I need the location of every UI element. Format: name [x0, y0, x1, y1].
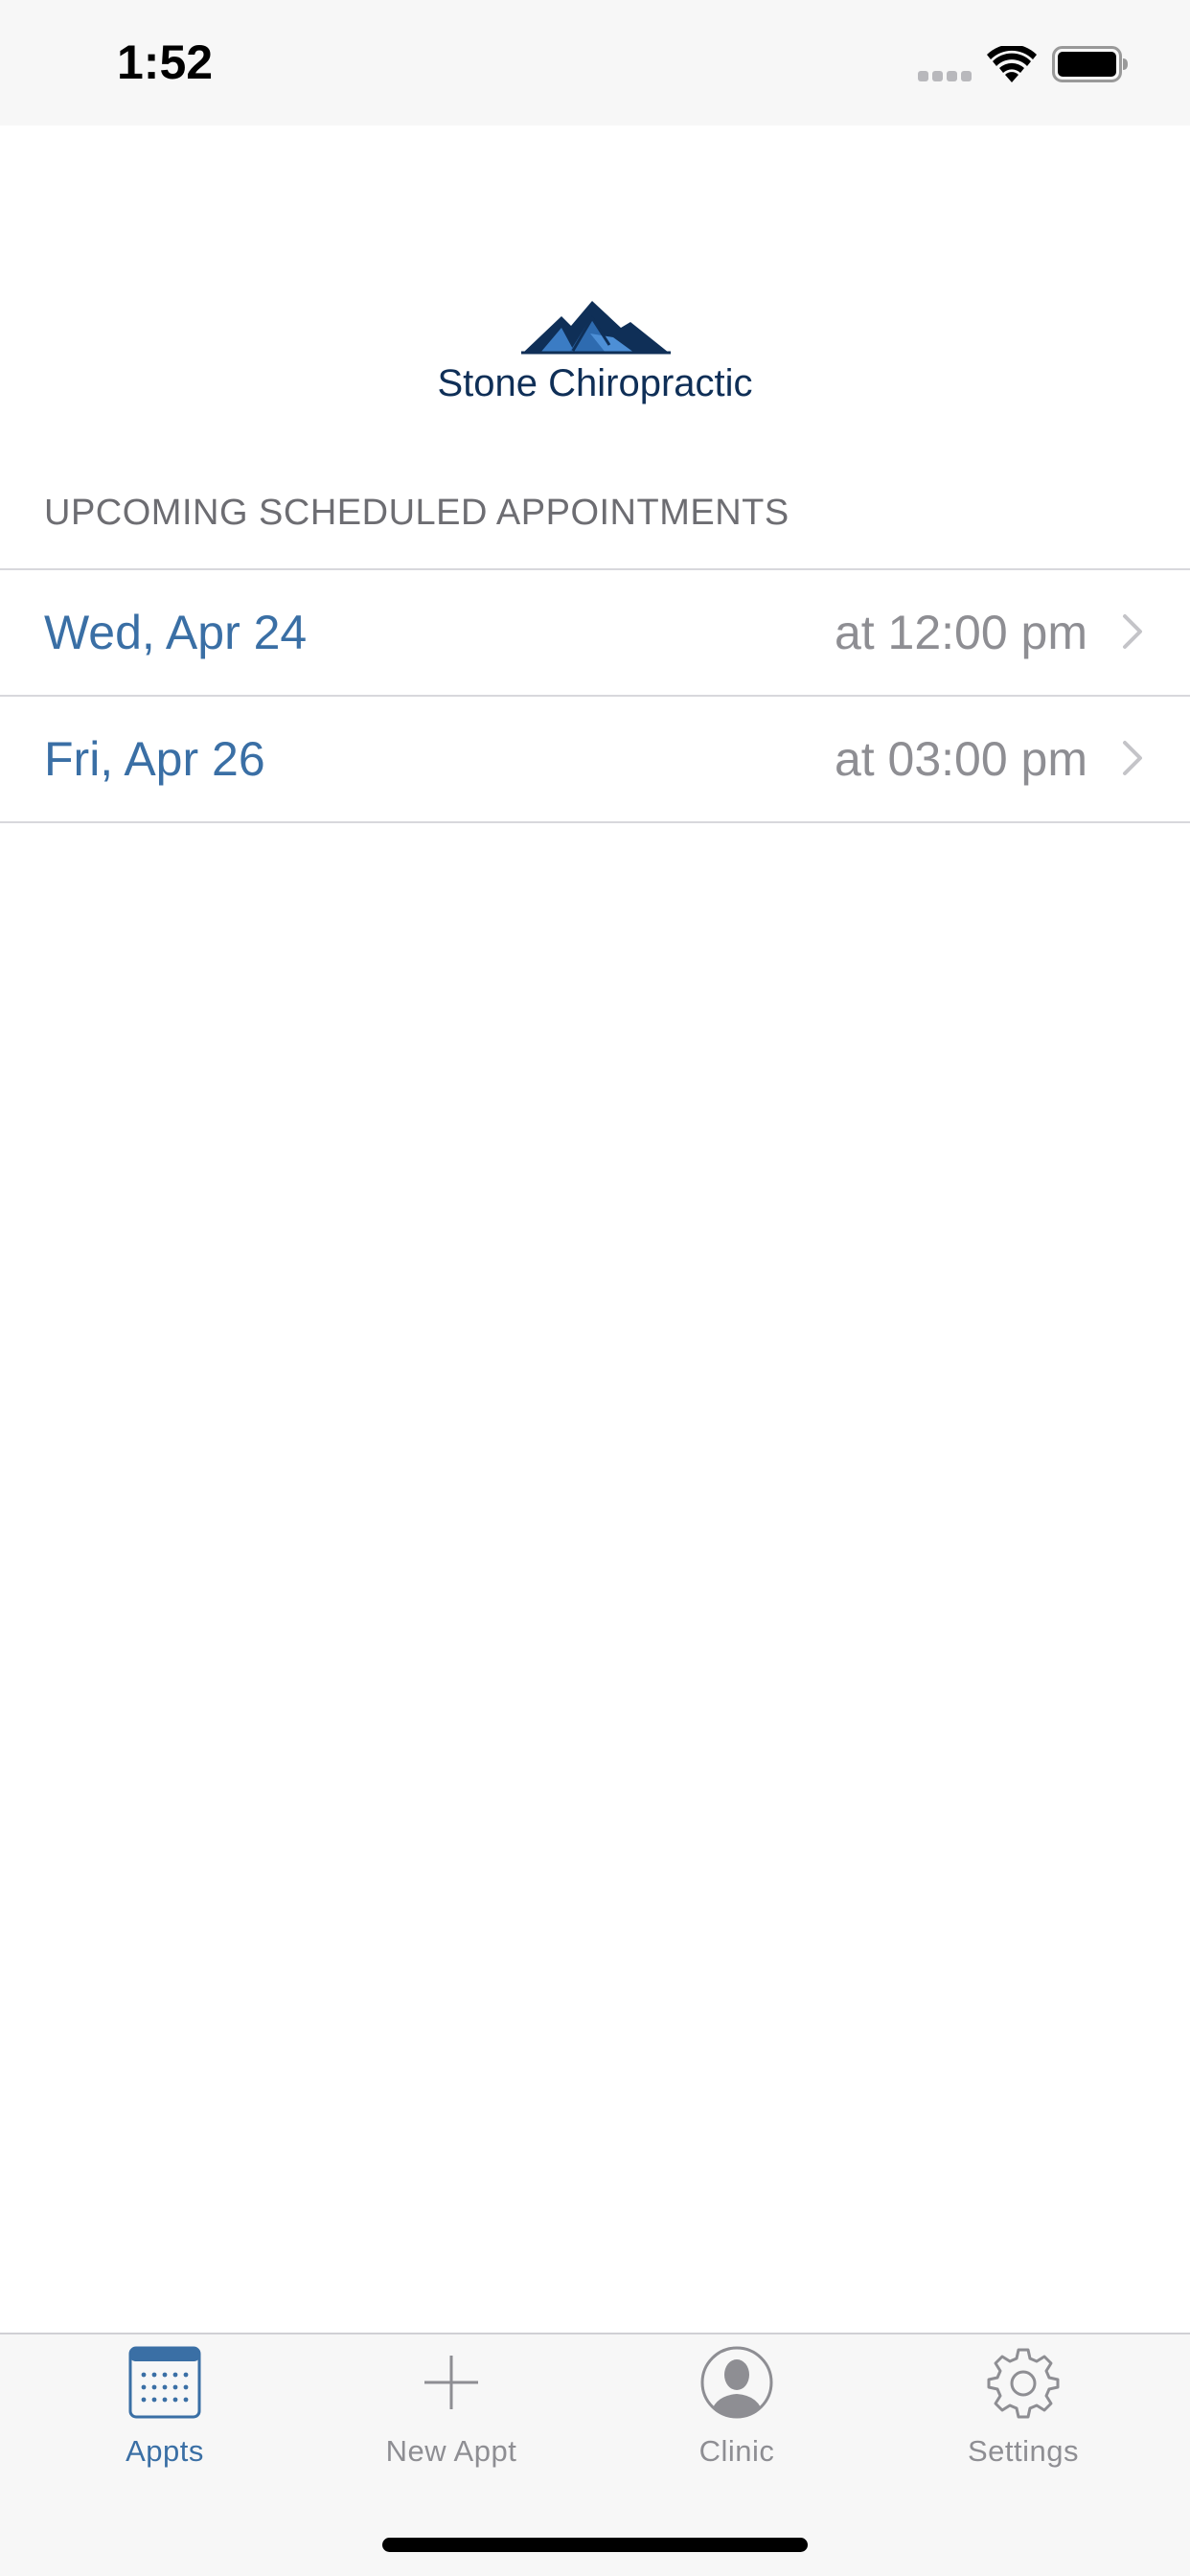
clinic-name: Stone Chiropractic [437, 362, 753, 404]
divider [0, 821, 1190, 823]
chevron-right-icon [1123, 741, 1142, 775]
appointment-time: at 12:00 pm [834, 606, 1087, 659]
appointment-row[interactable]: Wed, Apr 24 at 12:00 pm [0, 570, 1190, 695]
wifi-icon [987, 46, 1037, 82]
tab-appts[interactable]: Appts [21, 2334, 309, 2488]
mountains-logo-icon [521, 301, 671, 355]
signal-icon [918, 71, 972, 81]
home-indicator[interactable] [382, 2538, 808, 2552]
appointment-list: Wed, Apr 24 at 12:00 pm Fri, Apr 26 at 0… [0, 568, 1190, 823]
appointments-screen: 1:52 Stone Chiropractic UPCOMING SCHEDUL… [0, 0, 1190, 2576]
tab-label: Settings [967, 2434, 1079, 2468]
tab-label: Appts [126, 2434, 204, 2468]
tab-label: Clinic [698, 2434, 775, 2468]
tab-settings[interactable]: Settings [880, 2334, 1167, 2488]
gear-icon [987, 2348, 1060, 2419]
section-header-upcoming: UPCOMING SCHEDULED APPOINTMENTS [44, 493, 790, 533]
plus-icon [424, 2356, 478, 2409]
appointment-time: at 03:00 pm [834, 732, 1087, 786]
status-time: 1:52 [117, 35, 214, 89]
tab-label: New Appt [385, 2434, 517, 2468]
tab-clinic[interactable]: Clinic [593, 2334, 881, 2488]
battery-icon [1052, 46, 1128, 82]
chevron-right-icon [1123, 614, 1142, 649]
tab-new-appt[interactable]: New Appt [308, 2334, 595, 2488]
appointment-date: Fri, Apr 26 [44, 732, 265, 786]
appointment-row[interactable]: Fri, Apr 26 at 03:00 pm [0, 697, 1190, 821]
status-bar: 1:52 [0, 0, 1190, 126]
person-icon [700, 2346, 773, 2419]
calendar-icon [128, 2346, 201, 2419]
appointment-date: Wed, Apr 24 [44, 606, 308, 659]
clinic-logo: Stone Chiropractic [0, 288, 1190, 422]
